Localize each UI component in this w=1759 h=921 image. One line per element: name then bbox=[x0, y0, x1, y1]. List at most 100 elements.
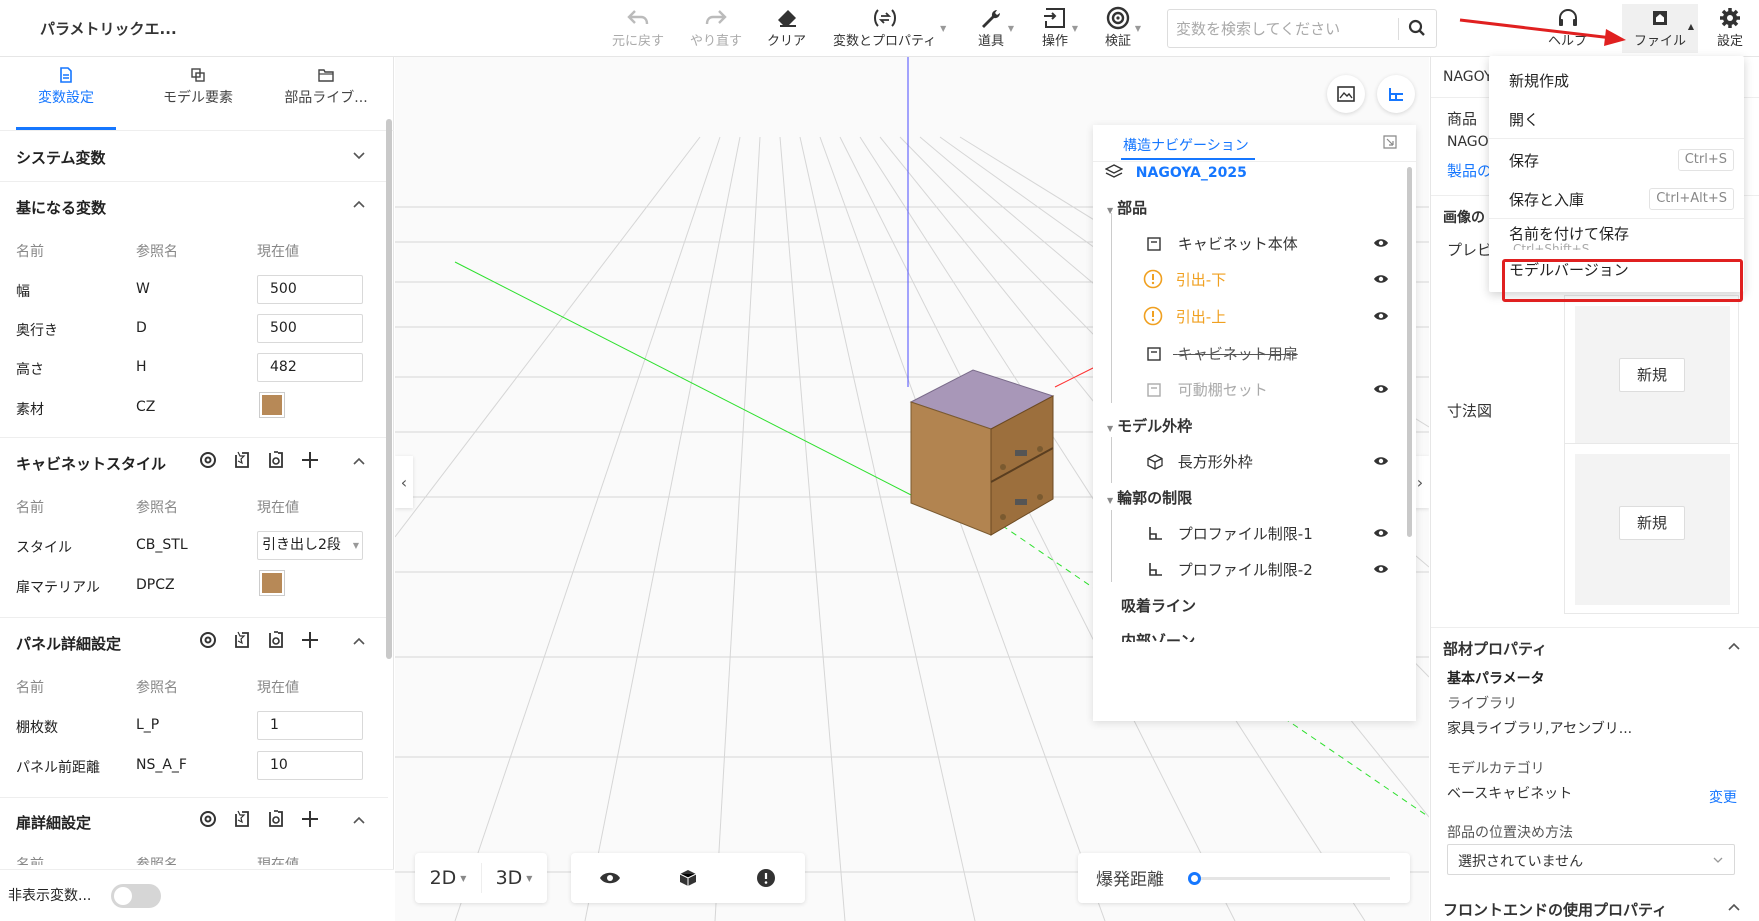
part-icon bbox=[1147, 237, 1161, 251]
tree-item-profile-1[interactable]: プロファイル制限-1 bbox=[1147, 523, 1313, 544]
visibility-button[interactable] bbox=[571, 853, 649, 903]
search-input[interactable] bbox=[1176, 18, 1396, 40]
tree-group-contour[interactable]: ▼ 輪郭の制限 bbox=[1107, 487, 1192, 508]
plus-icon[interactable] bbox=[300, 450, 320, 470]
chevron-down-icon[interactable] bbox=[352, 149, 366, 167]
menu-item-save[interactable]: 保存 Ctrl+S bbox=[1489, 141, 1744, 179]
import-icon[interactable] bbox=[232, 450, 252, 470]
settings-button[interactable]: 設定 bbox=[1717, 6, 1743, 52]
chevron-up-icon[interactable] bbox=[352, 813, 366, 831]
3d-viewport[interactable]: ‹ › 2D ▼ 3D ▼ 爆発距離 構造ナビゲーション NAGOYA_2025… bbox=[395, 57, 1429, 921]
verify-button[interactable]: 検証 ▼ bbox=[1105, 6, 1141, 52]
tree-item-rect-outline[interactable]: 長方形外枠 bbox=[1147, 451, 1253, 472]
tree-item-drawer-upper[interactable]: 引出-上 bbox=[1143, 306, 1226, 327]
gear-icon[interactable] bbox=[198, 450, 218, 470]
plus-icon[interactable] bbox=[300, 809, 320, 829]
plus-icon[interactable] bbox=[300, 630, 320, 650]
tree-group-outline[interactable]: ▼ モデル外枠 bbox=[1107, 415, 1192, 436]
redo-icon bbox=[704, 6, 728, 30]
position-method-select[interactable]: 選択されていません bbox=[1447, 844, 1735, 875]
menu-item-new[interactable]: 新規作成 bbox=[1489, 61, 1744, 99]
box-view-button[interactable] bbox=[649, 853, 727, 903]
gear-icon[interactable] bbox=[198, 809, 218, 829]
warning-button[interactable] bbox=[727, 853, 805, 903]
part-icon bbox=[1147, 383, 1161, 397]
eye-icon[interactable] bbox=[1373, 563, 1389, 579]
tree-item-profile-2[interactable]: プロファイル制限-2 bbox=[1147, 559, 1313, 580]
clear-button[interactable]: クリア bbox=[767, 6, 806, 52]
gear-icon[interactable] bbox=[198, 630, 218, 650]
chevron-up-icon[interactable] bbox=[352, 634, 366, 652]
material-swatch[interactable] bbox=[259, 392, 285, 418]
view-3d-button[interactable]: 3D ▼ bbox=[482, 853, 546, 903]
dimension-new-button[interactable]: 新規 bbox=[1619, 506, 1685, 540]
chevron-up-icon[interactable] bbox=[352, 197, 366, 215]
eye-icon[interactable] bbox=[1373, 310, 1389, 326]
preview-new-button[interactable]: 新規 bbox=[1619, 358, 1685, 392]
export-icon[interactable] bbox=[266, 630, 286, 650]
tree-item-shelf-set[interactable]: 可動棚セット bbox=[1147, 379, 1268, 400]
eye-icon[interactable] bbox=[1373, 237, 1389, 253]
explode-slider-track[interactable] bbox=[1194, 877, 1390, 880]
import-icon[interactable] bbox=[232, 630, 252, 650]
width-value-input[interactable]: 500 bbox=[257, 275, 363, 304]
collapse-left-icon[interactable]: ‹ bbox=[395, 456, 413, 508]
explode-slider-knob[interactable] bbox=[1188, 872, 1201, 885]
tree-group-snap-lines[interactable]: 吸着ライン bbox=[1121, 595, 1196, 616]
height-value-input[interactable]: 482 bbox=[257, 353, 363, 382]
style-select[interactable]: 引き出し2段 ▼ bbox=[257, 531, 363, 560]
depth-value-input[interactable]: 500 bbox=[257, 314, 363, 343]
tree-item-drawer-lower[interactable]: 引出-下 bbox=[1143, 269, 1226, 290]
help-button[interactable]: ヘルプ bbox=[1548, 6, 1587, 52]
tab-parts-library[interactable]: 部品ライブ... bbox=[266, 67, 386, 107]
structure-nav-tab[interactable]: 構造ナビゲーション bbox=[1123, 135, 1249, 155]
caret-down-icon: ▼ bbox=[1007, 24, 1015, 33]
menu-item-save-checkin[interactable]: 保存と入庫 Ctrl+Alt+S bbox=[1489, 180, 1744, 218]
tab-variable-settings[interactable]: 変数設定 bbox=[6, 67, 126, 107]
undo-button[interactable]: 元に戻す bbox=[612, 6, 664, 52]
view-2d-button[interactable]: 2D ▼ bbox=[415, 853, 481, 903]
tab-model-elements[interactable]: モデル要素 bbox=[138, 67, 258, 107]
wrench-icon bbox=[980, 6, 1002, 30]
variables-button[interactable]: 変数とプロパティ ▼ bbox=[833, 6, 946, 52]
expand-icon[interactable] bbox=[1383, 135, 1397, 153]
tree-root[interactable]: NAGOYA_2025 bbox=[1104, 163, 1247, 181]
left-scrollbar[interactable] bbox=[386, 119, 392, 659]
panel-front-distance-input[interactable]: 10 bbox=[257, 751, 363, 780]
operation-button[interactable]: 操作 ▼ bbox=[1042, 6, 1078, 52]
tree-group-inner-zone[interactable]: 内部ゾーン bbox=[1121, 630, 1195, 642]
door-material-swatch[interactable] bbox=[259, 570, 285, 596]
caret-down-icon: ▼ bbox=[1107, 206, 1114, 215]
tree-item-cabinet-body[interactable]: キャビネット本体 bbox=[1147, 233, 1298, 254]
hidden-vars-toggle[interactable] bbox=[111, 884, 161, 908]
export-icon[interactable] bbox=[266, 809, 286, 829]
product-link[interactable]: 製品の bbox=[1447, 160, 1492, 181]
chevron-up-icon[interactable] bbox=[1727, 900, 1741, 918]
import-icon[interactable] bbox=[232, 809, 252, 829]
basic-params-title: 基本パラメータ bbox=[1447, 671, 1545, 687]
shelf-count-input[interactable]: 1 bbox=[257, 711, 363, 740]
eye-icon[interactable] bbox=[1373, 527, 1389, 543]
structure-tree-icon[interactable] bbox=[1377, 75, 1415, 113]
eye-icon[interactable] bbox=[1373, 455, 1389, 471]
file-dropdown-menu: 新規作成 開く 保存 Ctrl+S 保存と入庫 Ctrl+Alt+S 名前を付け… bbox=[1489, 56, 1744, 292]
tree-item-cabinet-door[interactable]: キャビネット用扉 bbox=[1147, 343, 1298, 364]
left-tabs: 変数設定 モデル要素 部品ライブ... bbox=[0, 57, 394, 131]
redo-button[interactable]: やり直す bbox=[690, 6, 742, 52]
tools-button[interactable]: 道具 ▼ bbox=[978, 6, 1014, 52]
var-ref: CZ bbox=[136, 399, 156, 415]
system-vars-title: システム変数 bbox=[16, 149, 106, 167]
chevron-up-icon[interactable] bbox=[1727, 639, 1741, 657]
file-button[interactable]: ファイル ▲ bbox=[1622, 4, 1698, 53]
structure-nav-scrollbar[interactable] bbox=[1407, 167, 1412, 537]
export-icon[interactable] bbox=[266, 450, 286, 470]
search-icon[interactable] bbox=[1408, 19, 1426, 41]
tree-group-parts[interactable]: ▼ 部品 bbox=[1107, 197, 1147, 218]
eye-icon[interactable] bbox=[1373, 273, 1389, 289]
screenshot-icon[interactable] bbox=[1327, 75, 1365, 113]
change-category-link[interactable]: 変更 bbox=[1709, 787, 1737, 807]
chevron-up-icon[interactable] bbox=[352, 454, 366, 472]
menu-item-save-as[interactable]: 名前を付けて保存 Ctrl+Shift+S bbox=[1489, 214, 1744, 252]
menu-item-open[interactable]: 開く bbox=[1489, 100, 1744, 138]
eye-icon[interactable] bbox=[1373, 383, 1389, 399]
